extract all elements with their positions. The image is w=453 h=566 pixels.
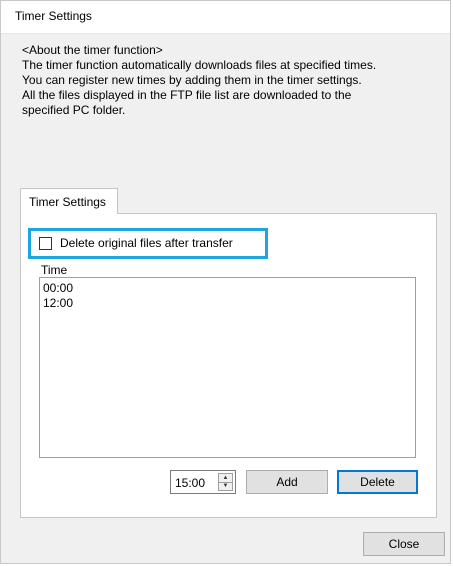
time-list-header: Time xyxy=(41,263,68,277)
delete-original-files-label[interactable]: Delete original files after transfer xyxy=(60,236,233,250)
timer-settings-dialog: Timer Settings <About the timer function… xyxy=(0,0,451,564)
time-list[interactable]: 00:00 12:00 xyxy=(39,277,416,458)
delete-original-files-checkbox[interactable] xyxy=(39,237,52,250)
description-line: The timer function automatically downloa… xyxy=(22,58,377,72)
delete-button[interactable]: Delete xyxy=(337,470,418,494)
tab-timer-settings[interactable]: Timer Settings xyxy=(20,188,118,214)
title-bar: Timer Settings xyxy=(1,1,450,34)
add-button[interactable]: Add xyxy=(246,470,328,494)
spin-buttons[interactable]: ▲ ▼ xyxy=(218,473,233,491)
description-line: All the files displayed in the FTP file … xyxy=(22,88,352,102)
close-button[interactable]: Close xyxy=(363,532,445,556)
window-title: Timer Settings xyxy=(15,9,92,23)
list-item[interactable]: 00:00 xyxy=(43,281,73,295)
tab-label: Timer Settings xyxy=(29,195,106,209)
time-input-value[interactable]: 15:00 xyxy=(175,476,205,490)
description-line: specified PC folder. xyxy=(22,103,126,117)
spin-down-icon[interactable]: ▼ xyxy=(219,482,232,490)
description-line: <About the timer function> xyxy=(22,43,163,57)
description-line: You can register new times by adding the… xyxy=(22,73,362,87)
timer-description: <About the timer function> The timer fun… xyxy=(22,43,447,118)
time-spin-input[interactable]: 15:00 ▲ ▼ xyxy=(170,470,236,494)
list-item[interactable]: 12:00 xyxy=(43,296,73,310)
